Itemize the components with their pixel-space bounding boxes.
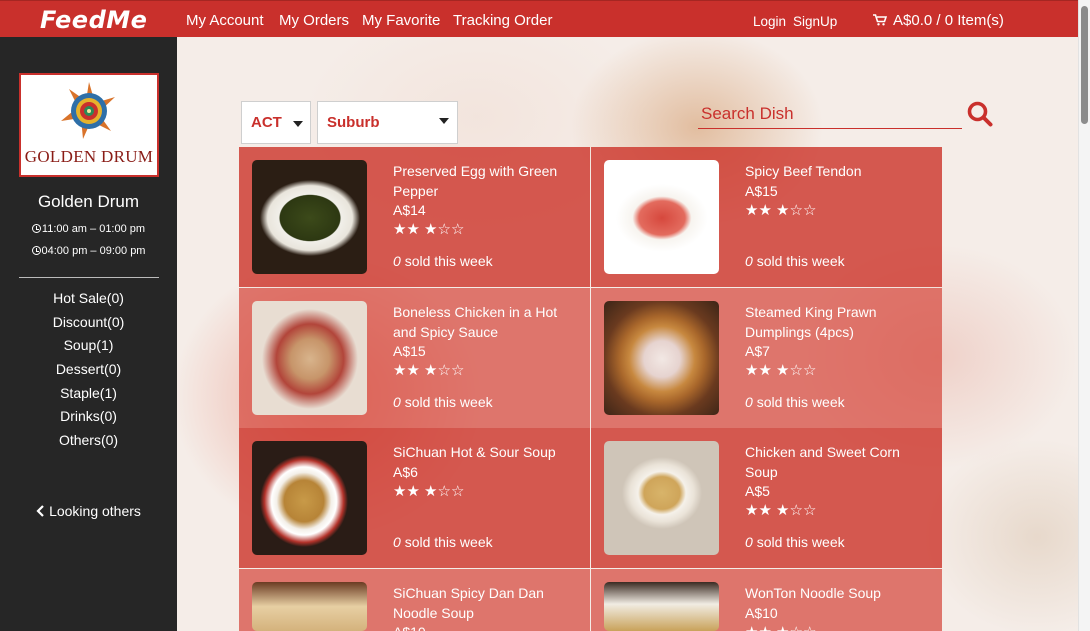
dish-sold: 0 sold this week <box>745 394 845 410</box>
dish-price: A$10 <box>745 604 778 621</box>
dish-name: WonTon Noodle Soup <box>745 585 881 601</box>
nav-login[interactable]: Login <box>753 14 786 29</box>
category-staple[interactable]: Staple(1) <box>0 385 177 401</box>
nav-tracking-order[interactable]: Tracking Order <box>453 12 552 29</box>
dish-name: Chicken and Sweet Corn Soup <box>745 444 900 480</box>
search-icon <box>967 101 993 127</box>
dish-card[interactable]: SiChuan Hot & Sour Soup A$6 ★★ ★☆☆ 0 sold … <box>239 428 590 568</box>
dish-name: Boneless Chicken in a Hot and Spicy Sauc… <box>393 304 558 340</box>
dish-image <box>252 582 367 631</box>
opening-hours-2: 04:00 pm – 09:00 pm <box>0 245 177 257</box>
dish-sold: 0 sold this week <box>393 394 493 410</box>
caret-down-icon <box>293 121 303 127</box>
nav-my-account[interactable]: My Account <box>186 12 264 29</box>
state-select[interactable]: ACT <box>241 101 311 144</box>
cart-icon <box>873 14 888 26</box>
dish-card[interactable]: Spicy Beef Tendon A$15 ★★ ★☆☆ 0 sold this … <box>591 147 942 287</box>
golden-drum-emblem-icon <box>61 82 115 139</box>
dish-name: Spicy Beef Tendon <box>745 163 862 179</box>
dish-image <box>252 441 367 555</box>
dish-card[interactable]: Preserved Egg with Green Pepper A$14 ★★ ★☆… <box>239 147 590 287</box>
dish-rating: ★★ ★☆☆ <box>745 502 817 519</box>
store-sidebar: GOLDEN DRUM Golden Drum 11:00 am – 01:00… <box>0 37 177 631</box>
store-name: Golden Drum <box>37 192 140 211</box>
page-scrollbar-thumb[interactable] <box>1081 6 1088 124</box>
dish-rating: ★★ ★☆☆ <box>393 482 465 500</box>
dish-sold: 0 sold this week <box>745 253 845 269</box>
dish-image <box>604 160 719 274</box>
dish-sold: 0 sold this week <box>393 253 493 269</box>
category-drinks[interactable]: Drinks(0) <box>0 408 177 424</box>
dish-name: Preserved Egg with Green Pepper <box>393 163 558 199</box>
dish-card[interactable]: Steamed King Prawn Dumplings (4pcs) A$7 ★★… <box>591 288 942 428</box>
dish-rating: ★★ ★☆☆ <box>393 221 465 238</box>
dish-sold: 0 sold this week <box>745 534 845 550</box>
caret-down-icon <box>439 118 449 124</box>
dish-price: A$15 <box>745 182 778 199</box>
dish-sold: 0 sold this week <box>393 534 493 550</box>
opening-hours-1: 11:00 am – 01:00 pm <box>0 223 177 235</box>
category-hot-sale[interactable]: Hot Sale(0) <box>0 290 177 306</box>
dish-image <box>604 301 719 415</box>
chevron-left-icon <box>36 505 44 517</box>
dish-rating: ★★ ★☆☆ <box>745 362 817 379</box>
dish-rating: ★★ ★☆☆ <box>745 201 817 219</box>
dish-rating: ★★ ★☆☆ <box>393 362 465 379</box>
category-dessert[interactable]: Dessert(0) <box>0 361 177 377</box>
dish-name: SiChuan Spicy Dan Dan Noodle Soup <box>393 585 544 621</box>
brand-logo[interactable]: FeedMe <box>40 6 147 34</box>
store-logo: GOLDEN DRUM <box>19 73 159 177</box>
dish-image <box>604 582 719 631</box>
nav-signup[interactable]: SignUp <box>793 14 837 29</box>
store-logo-text: GOLDEN DRUM <box>24 147 154 166</box>
dish-image <box>252 160 367 274</box>
dish-card[interactable]: Boneless Chicken in a Hot and Spicy Sauc… <box>239 288 590 428</box>
search-dish-input[interactable] <box>698 100 962 129</box>
cart-summary: A$0.0 / 0 Item(s) <box>893 12 1004 29</box>
nav-my-favorite[interactable]: My Favorite <box>362 12 440 29</box>
dish-card[interactable]: SiChuan Spicy Dan Dan Noodle SoupA$10★★ … <box>239 569 590 631</box>
suburb-select[interactable]: Suburb <box>317 101 458 144</box>
category-soup[interactable]: Soup(1) <box>0 337 177 353</box>
dish-price: A$7 <box>745 343 770 359</box>
clock-icon <box>31 224 41 233</box>
category-discount[interactable]: Discount(0) <box>0 314 177 330</box>
category-others[interactable]: Others(0) <box>0 432 177 448</box>
nav-my-orders[interactable]: My Orders <box>279 12 349 29</box>
dish-price: A$14 <box>393 202 426 218</box>
dish-card[interactable]: Chicken and Sweet Corn Soup A$5 ★★ ★☆☆ 0 s… <box>591 428 942 568</box>
suburb-select-value: Suburb <box>327 114 380 131</box>
clock-icon <box>31 246 41 255</box>
dish-image <box>604 441 719 555</box>
top-navbar: FeedMe My Account My Orders My Favorite … <box>0 0 1078 37</box>
dish-image <box>252 301 367 415</box>
search-button[interactable] <box>966 100 994 128</box>
looking-others-link[interactable]: Looking others <box>0 503 177 519</box>
dish-price: A$5 <box>745 483 770 499</box>
dish-name: SiChuan Hot & Sour Soup <box>393 444 556 460</box>
state-select-value: ACT <box>251 114 282 131</box>
dish-price: A$6 <box>393 463 418 480</box>
sidebar-divider <box>19 277 159 278</box>
dish-price: A$10 <box>393 623 578 631</box>
dish-rating: ★★ ★☆☆ <box>745 623 930 631</box>
dish-name: Steamed King Prawn Dumplings (4pcs) <box>745 304 877 340</box>
dish-price: A$15 <box>393 343 426 359</box>
cart-button[interactable]: A$0.0 / 0 Item(s) <box>873 12 1004 29</box>
dish-card[interactable]: WonTon Noodle Soup A$10 ★★ ★☆☆ <box>591 569 942 631</box>
